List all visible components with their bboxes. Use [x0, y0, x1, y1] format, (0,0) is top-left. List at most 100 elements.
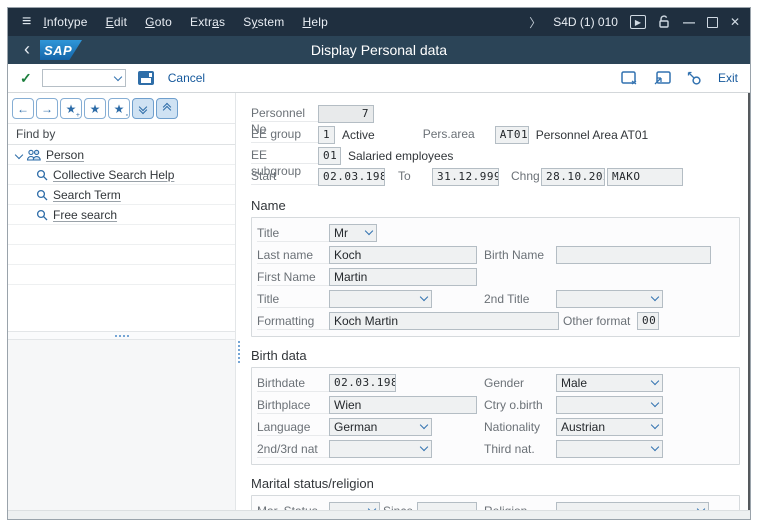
maximize-button[interactable] [706, 16, 718, 28]
ee-group-field[interactable]: 1 [318, 125, 335, 144]
tree-item-free-search[interactable]: Free search [8, 205, 235, 225]
create-shortcut-icon[interactable] [654, 70, 671, 86]
title-value: Mr [334, 226, 348, 240]
splitter-drag-handle[interactable] [238, 341, 240, 363]
key-icon[interactable] [687, 71, 702, 86]
vertical-scrollbar[interactable] [748, 93, 750, 510]
ee-group-label: EE group [251, 126, 318, 143]
religion-dropdown[interactable] [556, 502, 709, 510]
name-group-box: Title Mr Last name Koch Birth Name First… [251, 217, 740, 337]
menu-accel: E [105, 15, 114, 29]
maximize-icon [706, 16, 718, 28]
name-section-title: Name [251, 198, 286, 213]
formatting-field[interactable]: Koch Martin [329, 312, 559, 330]
last-name-field[interactable]: Koch [329, 246, 477, 264]
back-button[interactable]: ‹ [24, 40, 30, 58]
add-favorite-button[interactable]: ★ + [60, 98, 82, 119]
tree-item-collective-search-help[interactable]: Collective Search Help [8, 165, 235, 185]
nat23-dropdown[interactable] [329, 440, 432, 458]
third-nat-dropdown[interactable] [556, 440, 663, 458]
page-title: Display Personal data [310, 42, 448, 58]
minimize-button[interactable]: — [683, 15, 695, 29]
expand-all-button[interactable] [156, 98, 178, 119]
formatting-row: Formatting Koch Martin Other format 00 [257, 310, 734, 332]
gui-scripting-icon[interactable]: ▶ [629, 15, 646, 29]
start-date-field[interactable]: 02.03.1980 [318, 167, 385, 186]
first-name-field[interactable]: Martin [329, 268, 477, 286]
footer-strip [8, 510, 750, 519]
menu-text: Extr [190, 15, 213, 29]
formatting-label: Formatting [257, 313, 329, 330]
birthplace-row: Birthplace Wien Ctry o.birth [257, 394, 734, 416]
birthdate-field[interactable]: 02.03.1980 [329, 374, 396, 392]
chng-date-field[interactable]: 28.10.2021 [541, 167, 605, 186]
application-toolbar: ✓ Cancel Exit [8, 64, 750, 93]
religion-label: Religion [484, 503, 556, 511]
chevron-down-icon [650, 292, 660, 302]
menu-system[interactable]: System [243, 15, 284, 29]
nationality-dropdown[interactable]: Austrian [556, 418, 663, 436]
exit-button[interactable]: Exit [718, 71, 738, 85]
since-field[interactable] [417, 502, 477, 510]
ee-subgroup-field[interactable]: 01 [318, 146, 341, 165]
birth-name-field[interactable] [556, 246, 711, 264]
favorite-settings-button[interactable]: ★ ▫ [108, 98, 130, 119]
tree-item-label: Collective Search Help [53, 167, 175, 182]
menu-edit[interactable]: Edit [106, 15, 128, 29]
birthplace-field[interactable]: Wien [329, 396, 477, 414]
sap-logo: SAP [40, 40, 82, 60]
menu-goto[interactable]: Goto [145, 15, 172, 29]
title2-dropdown[interactable] [329, 290, 432, 308]
last-name-row: Last name Koch Birth Name [257, 244, 734, 266]
enter-button[interactable]: ✓ [20, 70, 32, 87]
tree-node-person[interactable]: Person [8, 145, 235, 165]
menu-text: elp [311, 15, 328, 29]
save-icon[interactable] [137, 71, 154, 85]
menu-help[interactable]: Help [302, 15, 328, 29]
second-nationality-row: 2nd/3rd nat Third nat. [257, 438, 734, 460]
tree-empty-row [8, 265, 235, 285]
new-session-icon[interactable] [621, 70, 638, 86]
chevron-down-icon [419, 420, 429, 430]
menubar-overflow-chevron-icon[interactable]: 〉 [529, 14, 541, 31]
chng-user-field[interactable]: MAKO [607, 167, 683, 186]
pers-area-text: Personnel Area AT01 [535, 127, 649, 142]
favorites-button[interactable]: ★ [84, 98, 106, 119]
other-format-field[interactable]: 00 [637, 312, 659, 330]
unlock-icon[interactable] [658, 15, 671, 29]
command-field[interactable] [41, 69, 126, 87]
language-dropdown[interactable]: German [329, 418, 432, 436]
chevron-down-icon [419, 442, 429, 452]
close-button[interactable]: ✕ [730, 15, 740, 29]
language-label: Language [257, 419, 329, 436]
star-icon: ★ [113, 101, 125, 116]
nav-back-button[interactable]: ← [12, 98, 34, 119]
cancel-button[interactable]: Cancel [168, 71, 205, 85]
title2-label: Title [257, 291, 329, 308]
second-title-dropdown[interactable] [556, 290, 663, 308]
ctry-birth-dropdown[interactable] [556, 396, 663, 414]
chevron-down-icon [364, 226, 374, 236]
menu-infotype[interactable]: Infotype [43, 15, 87, 29]
collapse-all-button[interactable] [132, 98, 154, 119]
tree-item-label: Free search [53, 207, 118, 222]
marital-status-row: Mar. Status Since Religion [257, 500, 734, 510]
tree-empty-row [8, 245, 235, 265]
start-label: Start [251, 168, 318, 185]
chng-label: Chng [511, 169, 540, 183]
gender-dropdown[interactable]: Male [556, 374, 663, 392]
pers-area-field[interactable]: AT01 [494, 125, 529, 144]
hamburger-icon[interactable]: ≡ [22, 13, 31, 31]
horizontal-splitter[interactable] [8, 331, 235, 340]
menu-extras[interactable]: Extras [190, 15, 225, 29]
personnel-no-field[interactable]: 7 [318, 104, 374, 123]
nationality-label: Nationality [484, 419, 541, 434]
to-date-field[interactable]: 31.12.9999 [432, 167, 499, 186]
mar-status-dropdown[interactable] [329, 502, 380, 510]
nav-forward-button[interactable]: → [36, 98, 58, 119]
birth-data-section-title: Birth data [251, 348, 307, 363]
title-dropdown[interactable]: Mr [329, 224, 377, 242]
expander-chevron-icon[interactable] [14, 150, 24, 159]
tree-item-search-term[interactable]: Search Term [8, 185, 235, 205]
